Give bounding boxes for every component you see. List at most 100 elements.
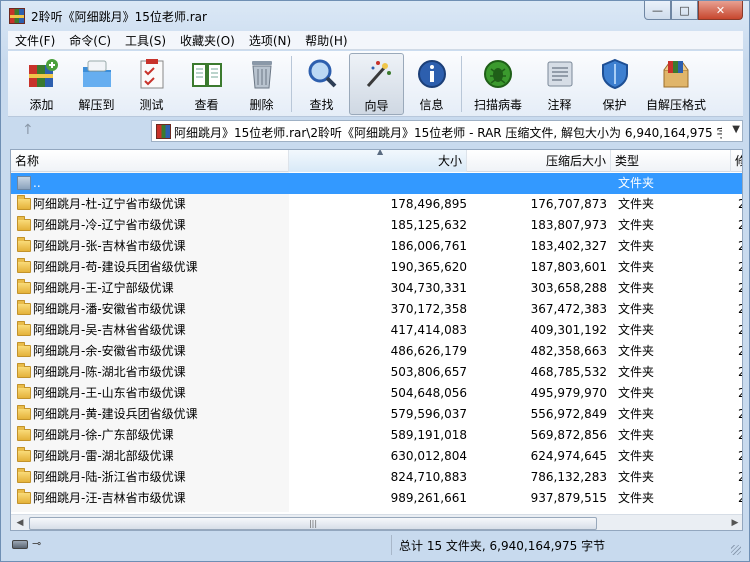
scroll-left-icon[interactable]: ◀ xyxy=(12,516,28,530)
file-name: 阿细跳月-黄-建设兵团省级优课 xyxy=(33,407,198,421)
address-bar[interactable]: 阿细跳月》15位老师.rar\2聆听《阿细跳月》15位老师 - RAR 压缩文件… xyxy=(151,120,743,142)
sfx-button[interactable]: 自解压格式 xyxy=(642,53,710,115)
file-size: 824,710,883 xyxy=(390,470,467,484)
address-row: ↑ 阿细跳月》15位老师.rar\2聆听《阿细跳月》15位老师 - RAR 压缩… xyxy=(8,119,743,143)
up-arrow-icon[interactable]: ↑ xyxy=(22,122,34,138)
wizard-button[interactable]: 向导 xyxy=(349,53,404,115)
info-button[interactable]: 信息 xyxy=(404,53,459,115)
file-size: 503,806,657 xyxy=(390,365,467,379)
folder-icon xyxy=(17,384,31,399)
table-row[interactable]: 阿细跳月-雷-湖北部级优课 630,012,804 624,974,645 文件夹 2 xyxy=(11,446,742,467)
scrollbar-thumb[interactable]: ||| xyxy=(29,517,597,530)
sfx-label: 自解压格式 xyxy=(645,98,706,112)
file-type: 文件夹 xyxy=(618,407,655,421)
minimize-button[interactable]: — xyxy=(644,1,671,20)
file-packed-size: 367,472,383 xyxy=(530,302,607,316)
add-label: 添加 xyxy=(29,98,54,112)
file-modified: 2 xyxy=(738,320,742,341)
close-button[interactable]: ✕ xyxy=(698,1,743,20)
key-icon[interactable]: ⊸ xyxy=(32,538,48,550)
list-item-parent[interactable]: .. 文件夹 xyxy=(11,173,742,194)
view-button[interactable]: 查看 xyxy=(179,53,234,115)
file-type: 文件夹 xyxy=(618,176,655,190)
table-row[interactable]: 阿细跳月-陆-浙江省市级优课 824,710,883 786,132,283 文件夹 2 xyxy=(11,467,742,488)
protect-label: 保护 xyxy=(602,98,627,112)
table-row[interactable]: 阿细跳月-王-山东省市级优课 504,648,056 495,979,970 文件夹 2 xyxy=(11,383,742,404)
resize-grip-icon[interactable] xyxy=(731,545,741,555)
file-packed-size: 183,402,327 xyxy=(530,239,607,253)
folder-icon xyxy=(17,489,31,504)
delete-button[interactable]: 删除 xyxy=(234,53,289,115)
info-icon xyxy=(417,60,446,88)
virus-scan-label: 扫描病毒 xyxy=(473,98,522,112)
file-packed-size: 786,132,283 xyxy=(530,470,607,484)
menu-commands[interactable]: 命令(C) xyxy=(62,32,118,49)
file-name: 阿细跳月-徐-广东部级优课 xyxy=(33,428,174,442)
table-row[interactable]: 阿细跳月-徐-广东部级优课 589,191,018 569,872,856 文件夹 2 xyxy=(11,425,742,446)
archive-icon xyxy=(156,124,171,139)
file-packed-size: 482,358,663 xyxy=(530,344,607,358)
toolbar: 添加 解压到 测试 查看 删除 查找 向导 信息 扫描病毒 注释 保护 自解压格… xyxy=(8,51,743,117)
menu-file[interactable]: 文件(F) xyxy=(8,32,62,49)
virus-scan-button[interactable]: 扫描病毒 xyxy=(464,53,532,115)
comment-button[interactable]: 注释 xyxy=(532,53,587,115)
horizontal-scrollbar[interactable]: ◀ ||| ▶ xyxy=(11,514,742,530)
protect-button[interactable]: 保护 xyxy=(587,53,642,115)
find-icon xyxy=(308,59,336,88)
table-row[interactable]: 阿细跳月-王-辽宁部级优课 304,730,331 303,658,288 文件夹 2 xyxy=(11,278,742,299)
column-header-packed[interactable]: 压缩后大小 xyxy=(467,150,611,172)
table-row[interactable]: 阿细跳月-冷-辽宁省市级优课 185,125,632 183,807,973 文件夹 2 xyxy=(11,215,742,236)
column-header-type[interactable]: 类型 xyxy=(611,150,731,172)
extract-to-button[interactable]: 解压到 xyxy=(69,53,124,115)
table-row[interactable]: 阿细跳月-苟-建设兵团省级优课 190,365,620 187,803,601 文件夹… xyxy=(11,257,742,278)
add-button[interactable]: 添加 xyxy=(14,53,69,115)
wizard-icon xyxy=(366,61,391,87)
file-name: .. xyxy=(33,176,41,190)
column-header-name[interactable]: 名称 xyxy=(11,150,289,172)
file-modified: 2 xyxy=(738,425,742,446)
folder-icon xyxy=(17,447,31,462)
winrar-window: 2聆听《阿细跳月》15位老师.rar — □ ✕ 文件(F) 命令(C) 工具(… xyxy=(0,0,750,562)
scroll-right-icon[interactable]: ▶ xyxy=(727,516,742,530)
file-list[interactable]: 名称 大小 ▲ 压缩后大小 类型 修 .. 文件夹 阿细跳月-杜-辽宁省市级优课… xyxy=(10,149,743,531)
table-row[interactable]: 阿细跳月-陈-湖北省市级优课 503,806,657 468,785,532 文件夹 2 xyxy=(11,362,742,383)
file-modified: 2 xyxy=(738,215,742,236)
table-row[interactable]: 阿细跳月-吴-吉林省省级优课 417,414,083 409,301,192 文件夹 2 xyxy=(11,320,742,341)
maximize-button[interactable]: □ xyxy=(671,1,698,20)
file-type: 文件夹 xyxy=(618,281,655,295)
find-button[interactable]: 查找 xyxy=(294,53,349,115)
menu-options[interactable]: 选项(N) xyxy=(242,32,298,49)
table-row[interactable]: 阿细跳月-杜-辽宁省市级优课 178,496,895 176,707,873 文件夹 2 xyxy=(11,194,742,215)
file-name: 阿细跳月-冷-辽宁省市级优课 xyxy=(33,218,186,232)
folder-icon xyxy=(17,405,31,420)
file-type: 文件夹 xyxy=(618,365,655,379)
column-header-modified[interactable]: 修 xyxy=(731,150,742,172)
folder-icon xyxy=(17,342,31,357)
table-row[interactable]: 阿细跳月-潘-安徽省市级优课 370,172,358 367,472,383 文件夹 2 xyxy=(11,299,742,320)
file-name: 阿细跳月-杜-辽宁省市级优课 xyxy=(33,197,186,211)
table-row[interactable]: 阿细跳月-黄-建设兵团省级优课 579,596,037 556,972,849 文件夹… xyxy=(11,404,742,425)
status-summary: 总计 15 文件夹, 6,940,164,975 字节 xyxy=(399,539,606,553)
file-modified: 2 xyxy=(738,341,742,362)
file-type: 文件夹 xyxy=(618,302,655,316)
toolbar-separator xyxy=(461,56,462,112)
file-type: 文件夹 xyxy=(618,197,655,211)
view-label: 查看 xyxy=(194,98,219,112)
test-button[interactable]: 测试 xyxy=(124,53,179,115)
window-title: 2聆听《阿细跳月》15位老师.rar xyxy=(31,10,207,24)
folder-icon xyxy=(17,468,31,483)
file-modified: 2 xyxy=(738,446,742,467)
folder-icon xyxy=(17,216,31,231)
file-size: 185,125,632 xyxy=(390,218,467,232)
menu-favorites[interactable]: 收藏夹(O) xyxy=(173,32,242,49)
table-row[interactable]: 阿细跳月-余-安徽省市级优课 486,626,179 482,358,663 文件夹 2 xyxy=(11,341,742,362)
menu-tools[interactable]: 工具(S) xyxy=(118,32,173,49)
extract-to-label: 解压到 xyxy=(78,98,115,112)
table-row[interactable]: 阿细跳月-张-吉林省市级优课 186,006,761 183,402,327 文件夹 2 xyxy=(11,236,742,257)
menu-help[interactable]: 帮助(H) xyxy=(298,32,354,49)
chevron-down-icon[interactable]: ▼ xyxy=(732,124,740,135)
status-icons: ⊸ xyxy=(12,538,48,550)
table-row[interactable]: 阿细跳月-汪-吉林省市级优课 989,261,661 937,879,515 文件夹 2 xyxy=(11,488,742,509)
drive-icon[interactable] xyxy=(12,540,28,549)
sfx-icon xyxy=(663,61,689,88)
